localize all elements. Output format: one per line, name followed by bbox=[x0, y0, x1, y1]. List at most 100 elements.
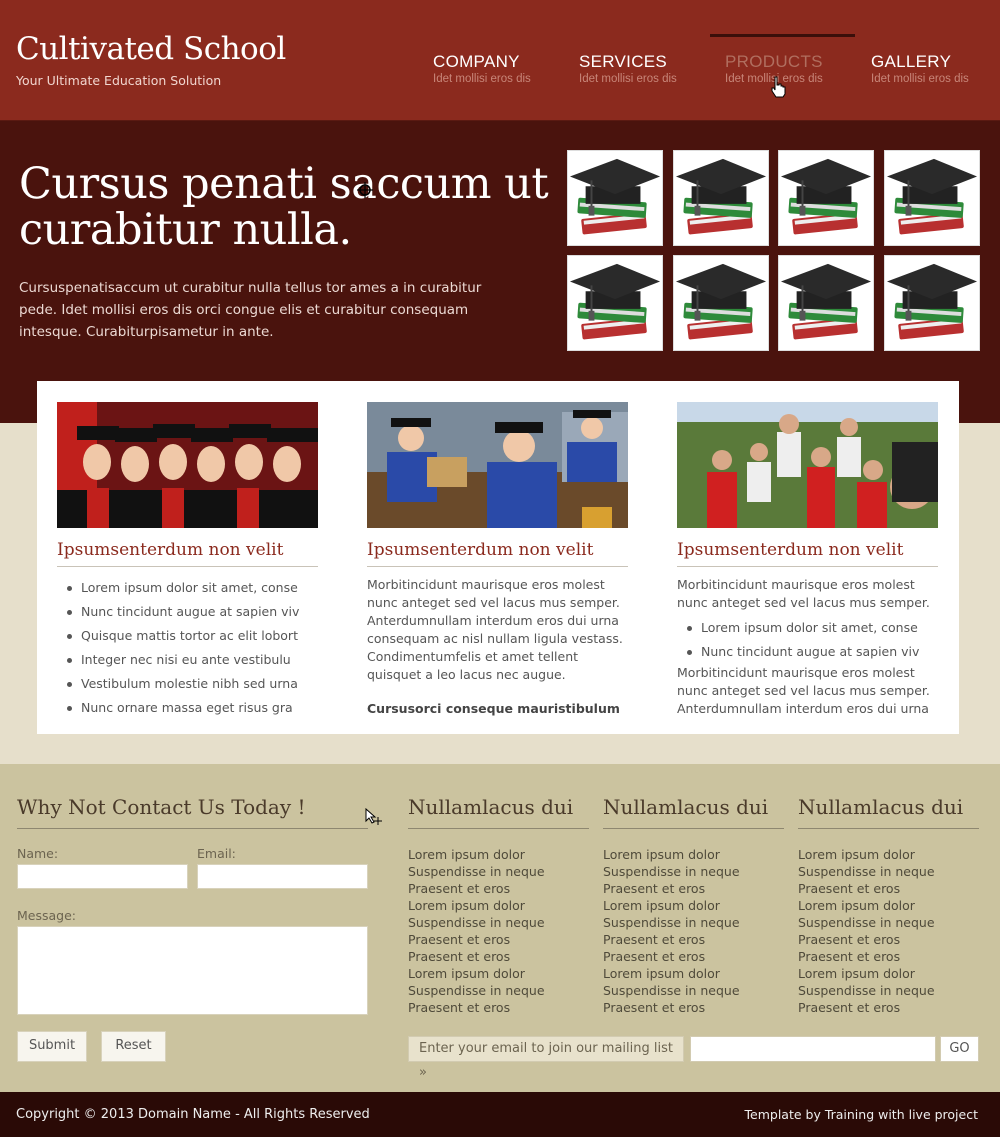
feature-list: Lorem ipsum dolor sit amet, conse Nunc t… bbox=[677, 616, 938, 664]
site-title[interactable]: Cultivated School bbox=[16, 31, 286, 67]
footer-link[interactable]: Praesent et eros bbox=[603, 880, 784, 897]
nav-item-company[interactable]: COMPANY Idet mollisi eros dis bbox=[418, 34, 563, 94]
graduation-cap-books-icon[interactable] bbox=[883, 255, 980, 351]
graduation-cap-books-icon[interactable] bbox=[672, 150, 769, 246]
nav-label: PRODUCTS bbox=[725, 52, 823, 71]
footer-link[interactable]: Lorem ipsum dolor bbox=[603, 897, 784, 914]
footer-link[interactable]: Suspendisse in neque bbox=[408, 982, 589, 999]
nav-sublabel: Idet mollisi eros dis bbox=[433, 73, 531, 85]
reset-button[interactable]: Reset bbox=[101, 1031, 166, 1062]
site-footer: Copyright © 2013 Domain Name - All Right… bbox=[0, 1092, 1000, 1137]
nav-label: GALLERY bbox=[871, 52, 952, 71]
links-list: Lorem ipsum dolor Suspendisse in neque P… bbox=[603, 846, 784, 1016]
footer-link[interactable]: Lorem ipsum dolor bbox=[408, 965, 589, 982]
footer-link[interactable]: Praesent et eros bbox=[408, 931, 589, 948]
arrow-move-cursor-icon bbox=[365, 808, 382, 825]
footer-link[interactable]: Lorem ipsum dolor bbox=[798, 965, 979, 982]
footer-link[interactable]: Suspendisse in neque bbox=[798, 914, 979, 931]
footer-link[interactable]: Praesent et eros bbox=[798, 880, 979, 897]
footer-link[interactable]: Praesent et eros bbox=[408, 880, 589, 897]
feature-column: Ipsumsenterdum non velit Lorem ipsum dol… bbox=[57, 402, 318, 720]
footer-link[interactable]: Suspendisse in neque bbox=[603, 914, 784, 931]
email-label: Email: bbox=[197, 846, 236, 861]
nav-item-services[interactable]: SERVICES Idet mollisi eros dis bbox=[564, 34, 709, 94]
site-tagline: Your Ultimate Education Solution bbox=[16, 73, 222, 88]
list-item[interactable]: Quisque mattis tortor ac elit lobort bbox=[57, 624, 318, 648]
newsletter-go-button[interactable]: GO bbox=[940, 1036, 979, 1062]
graduation-cap-books-icon[interactable] bbox=[778, 150, 874, 246]
graduation-cap-books-icon[interactable] bbox=[567, 255, 663, 351]
list-item[interactable]: Lorem ipsum dolor sit amet, conse bbox=[57, 576, 318, 600]
crowd-event-photo[interactable] bbox=[677, 402, 938, 528]
footer-link[interactable]: Lorem ipsum dolor bbox=[798, 846, 979, 863]
main-nav: COMPANY Idet mollisi eros dis SERVICES I… bbox=[418, 34, 1000, 94]
feature-column: Ipsumsenterdum non velit Morbitincidunt … bbox=[677, 402, 938, 718]
footer-link[interactable]: Lorem ipsum dolor bbox=[408, 846, 589, 863]
list-item[interactable]: Nunc ornare massa eget risus gra bbox=[57, 696, 318, 720]
links-list: Lorem ipsum dolor Suspendisse in neque P… bbox=[798, 846, 979, 1016]
nav-label: SERVICES bbox=[579, 52, 668, 71]
footer-link[interactable]: Praesent et eros bbox=[798, 948, 979, 965]
column-text: Morbitincidunt maurisque eros molest nun… bbox=[367, 577, 623, 682]
footer-link[interactable]: Praesent et eros bbox=[603, 931, 784, 948]
nav-sublabel: Idet mollisi eros dis bbox=[871, 73, 969, 85]
footer-link[interactable]: Suspendisse in neque bbox=[603, 982, 784, 999]
hero-heading: Cursus penati saccum ut curabitur nulla. bbox=[19, 159, 549, 255]
links-title: Nullamlacus dui bbox=[798, 795, 979, 829]
graduates-photo[interactable] bbox=[57, 402, 318, 528]
list-item[interactable]: Nunc tincidunt augue at sapien viv bbox=[57, 600, 318, 624]
links-title: Nullamlacus dui bbox=[603, 795, 784, 829]
footer-link[interactable]: Suspendisse in neque bbox=[603, 863, 784, 880]
graduation-cap-books-icon[interactable] bbox=[672, 255, 769, 351]
nav-sublabel: Idet mollisi eros dis bbox=[579, 73, 677, 85]
contact-heading: Why Not Contact Us Today ! bbox=[17, 795, 368, 829]
hand-cursor-icon bbox=[771, 76, 786, 98]
newsletter-label: Enter your email to join our mailing lis… bbox=[408, 1036, 684, 1080]
footer-link[interactable]: Suspendisse in neque bbox=[408, 914, 589, 931]
footer-link[interactable]: Suspendisse in neque bbox=[798, 863, 979, 880]
list-item[interactable]: Integer nec nisi eu ante vestibulu bbox=[57, 648, 318, 672]
footer-link[interactable]: Praesent et eros bbox=[408, 948, 589, 965]
list-item[interactable]: Lorem ipsum dolor sit amet, conse bbox=[677, 616, 938, 640]
newsletter-email-input[interactable] bbox=[690, 1036, 936, 1062]
name-field[interactable] bbox=[17, 864, 188, 889]
footer-link[interactable]: Suspendisse in neque bbox=[798, 982, 979, 999]
column-title: Ipsumsenterdum non velit bbox=[677, 540, 938, 567]
submit-button[interactable]: Submit bbox=[17, 1031, 87, 1062]
column-title: Ipsumsenterdum non velit bbox=[367, 540, 628, 567]
name-label: Name: bbox=[17, 846, 59, 861]
graduation-cap-books-icon[interactable] bbox=[883, 150, 980, 246]
footer-link[interactable]: Suspendisse in neque bbox=[408, 863, 589, 880]
column-text: Morbitincidunt maurisque eros molest nun… bbox=[677, 577, 930, 610]
email-field[interactable] bbox=[197, 864, 368, 889]
students-studying-photo[interactable] bbox=[367, 402, 628, 528]
links-column: Nullamlacus dui Lorem ipsum dolor Suspen… bbox=[798, 795, 979, 1016]
site-header: Cultivated School Your Ultimate Educatio… bbox=[0, 0, 1000, 121]
message-field[interactable] bbox=[17, 926, 368, 1015]
footer-link[interactable]: Praesent et eros bbox=[603, 948, 784, 965]
list-item[interactable]: Nunc tincidunt augue at sapien viv bbox=[677, 640, 938, 664]
column-title: Ipsumsenterdum non velit bbox=[57, 540, 318, 567]
hero-text: Cursuspenatisaccum ut curabitur nulla te… bbox=[19, 280, 482, 340]
footer-link[interactable]: Praesent et eros bbox=[798, 999, 979, 1016]
graduation-cap-books-icon[interactable] bbox=[567, 150, 663, 246]
graduation-cap-books-icon[interactable] bbox=[778, 255, 874, 351]
footer-link[interactable]: Lorem ipsum dolor bbox=[603, 846, 784, 863]
footer-link[interactable]: Lorem ipsum dolor bbox=[408, 897, 589, 914]
hero-section: Cursus penati saccum ut curabitur nulla.… bbox=[0, 121, 1000, 423]
column-strong-text: Cursusorci conseque mauristibulum bbox=[367, 701, 620, 716]
footer-link[interactable]: Lorem ipsum dolor bbox=[798, 897, 979, 914]
footer-link[interactable]: Praesent et eros bbox=[603, 999, 784, 1016]
footer-link[interactable]: Lorem ipsum dolor bbox=[603, 965, 784, 982]
feature-list: Lorem ipsum dolor sit amet, conse Nunc t… bbox=[57, 576, 318, 720]
links-list: Lorem ipsum dolor Suspendisse in neque P… bbox=[408, 846, 589, 1016]
credit-text[interactable]: Template by Training with live project bbox=[745, 1107, 979, 1122]
feature-column: Ipsumsenterdum non velit Morbitincidunt … bbox=[367, 402, 628, 718]
links-column: Nullamlacus dui Lorem ipsum dolor Suspen… bbox=[408, 795, 589, 1016]
nav-sublabel: Idet mollisi eros dis bbox=[725, 73, 823, 85]
nav-item-gallery[interactable]: GALLERY Idet mollisi eros dis bbox=[856, 34, 1000, 94]
list-item[interactable]: Vestibulum molestie nibh sed urna bbox=[57, 672, 318, 696]
footer-link[interactable]: Praesent et eros bbox=[408, 999, 589, 1016]
footer-link[interactable]: Praesent et eros bbox=[798, 931, 979, 948]
message-label: Message: bbox=[17, 908, 76, 923]
